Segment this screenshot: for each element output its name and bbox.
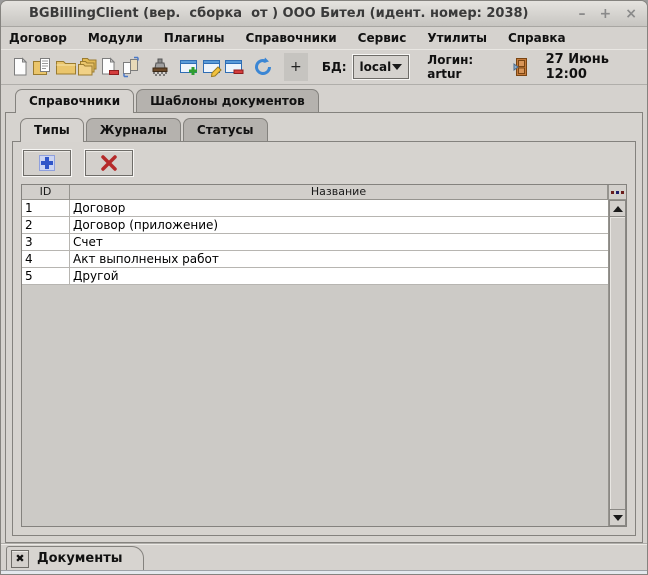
- table-side-column: [608, 185, 626, 526]
- tab-zhurnaly[interactable]: Журналы: [86, 118, 181, 141]
- cell-name: Акт выполненых работ: [70, 251, 608, 267]
- cell-id: 2: [22, 217, 70, 233]
- types-table: ID Название 1 Договор 2 Договор (приложе…: [21, 184, 627, 527]
- window-remove-icon: [223, 56, 245, 78]
- arrow-down-icon: [613, 515, 623, 521]
- stamp-button[interactable]: [149, 54, 171, 80]
- table-body: ID Название 1 Договор 2 Договор (приложе…: [22, 185, 608, 526]
- table-scrollbar[interactable]: [609, 200, 626, 526]
- cell-id: 1: [22, 200, 70, 216]
- col-header-id[interactable]: ID: [22, 185, 70, 200]
- col-header-name[interactable]: Название: [70, 185, 608, 200]
- window-controls: – + ×: [579, 7, 637, 21]
- delete-button[interactable]: [85, 150, 133, 176]
- folders-icon: [76, 56, 98, 78]
- bottom-tab-label: Документы: [37, 551, 123, 566]
- datetime-label: 27 Июнь 12:00: [546, 52, 639, 82]
- table-header: ID Название: [22, 185, 608, 200]
- cell-name: Другой: [70, 268, 608, 284]
- inner-tab-bar: Типы Журналы Статусы: [12, 118, 636, 141]
- cell-id: 4: [22, 251, 70, 267]
- window-edit-icon: [201, 56, 223, 78]
- open-document-icon: [31, 56, 53, 78]
- action-button-row: [21, 148, 627, 184]
- window-remove-button[interactable]: [223, 54, 245, 80]
- menu-spravochniki[interactable]: Справочники: [246, 31, 337, 45]
- refresh-button[interactable]: [252, 54, 274, 80]
- add-button[interactable]: [23, 150, 71, 176]
- scrollbar-thumb[interactable]: [609, 217, 626, 509]
- table-row[interactable]: 1 Договор: [22, 200, 608, 217]
- outer-tab-bar: Справочники Шаблоны документов: [5, 89, 643, 112]
- cell-id: 3: [22, 234, 70, 250]
- stamp-icon: [149, 56, 171, 78]
- tipy-panel: ID Название 1 Договор 2 Договор (приложе…: [12, 141, 636, 536]
- window-add-icon: [178, 56, 200, 78]
- toolbar: + БД: local Логин: artur 27 Июнь 12:00: [1, 49, 647, 85]
- menu-utility[interactable]: Утилиты: [427, 31, 487, 45]
- scroll-up-button[interactable]: [609, 200, 626, 217]
- remove-document-icon: [98, 56, 120, 78]
- db-select[interactable]: local: [353, 55, 410, 79]
- exit-button[interactable]: [511, 54, 533, 80]
- new-document-icon: [9, 56, 31, 78]
- db-selected-value: local: [360, 60, 393, 74]
- maximize-button[interactable]: +: [600, 7, 612, 21]
- arrow-up-icon: [613, 206, 623, 212]
- cell-id: 5: [22, 268, 70, 284]
- scroll-down-button[interactable]: [609, 509, 626, 526]
- refresh-icon: [252, 56, 274, 78]
- cell-name: Договор (приложение): [70, 217, 608, 233]
- door-exit-icon: [512, 56, 532, 78]
- table-row[interactable]: 4 Акт выполненых работ: [22, 251, 608, 268]
- app-window: BGBillingClient (вер. сборка от ) ООО Би…: [0, 0, 648, 575]
- column-settings-button[interactable]: [609, 185, 626, 200]
- menu-spravka[interactable]: Справка: [508, 31, 566, 45]
- window-edit-button[interactable]: [200, 54, 222, 80]
- table-empty-area: [22, 285, 608, 526]
- spravochniki-panel: Типы Журналы Статусы: [5, 112, 643, 543]
- menu-dogovor[interactable]: Договор: [9, 31, 67, 45]
- folders-button[interactable]: [76, 54, 98, 80]
- more-columns-icon: [611, 191, 614, 194]
- tab-tipy[interactable]: Типы: [20, 118, 84, 142]
- menu-moduli[interactable]: Модули: [88, 31, 143, 45]
- minimize-button[interactable]: –: [579, 7, 586, 21]
- folder-button[interactable]: [53, 54, 75, 80]
- db-label: БД:: [322, 60, 347, 74]
- plus-icon: [38, 154, 56, 172]
- login-label: Логин: artur: [427, 53, 499, 81]
- menu-bar: Договор Модули Плагины Справочники Серви…: [1, 27, 647, 49]
- table-row[interactable]: 5 Другой: [22, 268, 608, 285]
- table-row[interactable]: 3 Счет: [22, 234, 608, 251]
- title-bar: BGBillingClient (вер. сборка от ) ООО Би…: [1, 1, 647, 27]
- main-area: Справочники Шаблоны документов Типы Журн…: [1, 85, 647, 543]
- menu-plaginy[interactable]: Плагины: [164, 31, 225, 45]
- copy-documents-icon: [120, 56, 142, 78]
- cell-name: Договор: [70, 200, 608, 216]
- close-tab-button[interactable]: ✖: [11, 550, 29, 568]
- table-row[interactable]: 2 Договор (приложение): [22, 217, 608, 234]
- menu-servis[interactable]: Сервис: [358, 31, 407, 45]
- tab-dokumenty[interactable]: ✖ Документы: [6, 546, 144, 570]
- remove-document-button[interactable]: [98, 54, 120, 80]
- tab-shablony-dokumentov[interactable]: Шаблоны документов: [136, 89, 319, 112]
- folder-icon: [54, 56, 76, 78]
- window-bottom-edge: [1, 570, 647, 574]
- window-title: BGBillingClient (вер. сборка от ) ООО Би…: [29, 6, 579, 21]
- dropdown-arrow-icon: [392, 64, 402, 70]
- bottom-tab-bar: ✖ Документы: [1, 543, 647, 570]
- close-button[interactable]: ×: [625, 7, 637, 21]
- toolbar-plus-button[interactable]: +: [284, 53, 308, 81]
- cell-name: Счет: [70, 234, 608, 250]
- window-add-button[interactable]: [178, 54, 200, 80]
- red-x-icon: [100, 154, 118, 172]
- new-document-button[interactable]: [9, 54, 31, 80]
- bottom-bar: ✖ Документы: [1, 543, 647, 574]
- copy-documents-button[interactable]: [120, 54, 142, 80]
- open-document-button[interactable]: [31, 54, 53, 80]
- tab-spravochniki[interactable]: Справочники: [15, 89, 134, 113]
- tab-statusy[interactable]: Статусы: [183, 118, 268, 141]
